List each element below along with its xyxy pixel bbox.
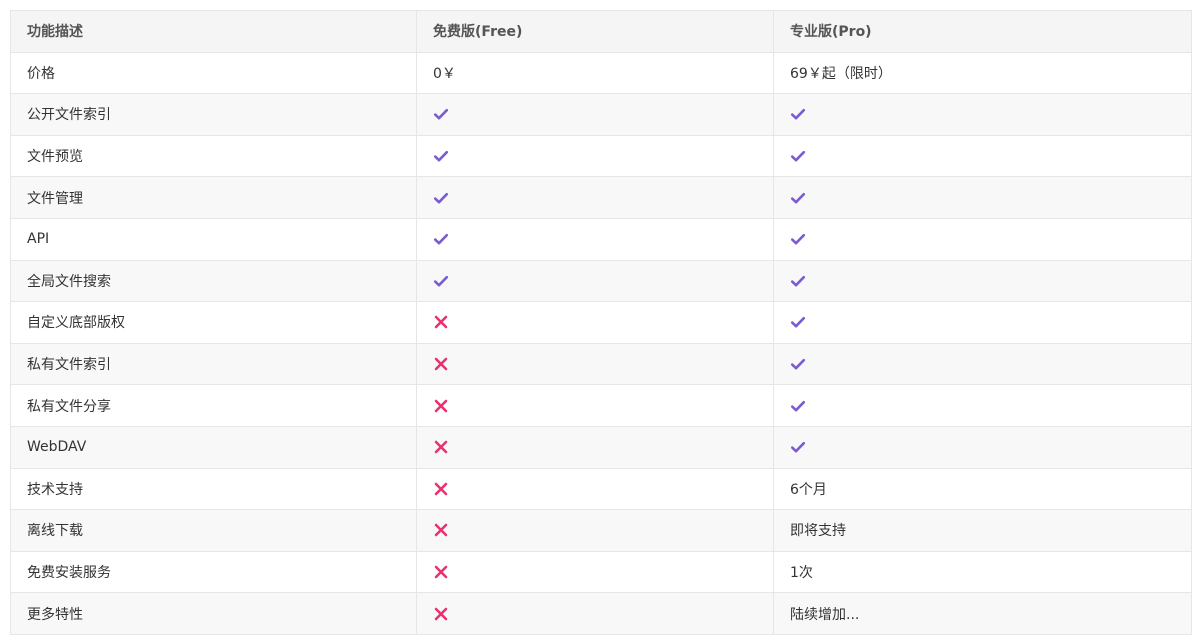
free-cell	[416, 301, 774, 344]
free-cell	[416, 217, 774, 261]
table-row: 私有文件分享	[10, 384, 1192, 427]
free-cell	[416, 425, 774, 469]
check-icon	[433, 148, 449, 164]
table-row: 技术支持 6个月	[10, 467, 1192, 511]
table-row: 更多特性 陆续增加...	[10, 592, 1192, 635]
check-icon	[790, 439, 806, 455]
cross-icon	[433, 606, 449, 622]
header-pro: 专业版(Pro)	[773, 10, 1192, 53]
pro-value: 69￥起（限时）	[773, 51, 1192, 95]
feature-name: 文件管理	[10, 176, 417, 219]
free-cell	[416, 259, 774, 303]
feature-name: 免费安装服务	[10, 550, 417, 594]
pro-cell	[773, 176, 1192, 219]
table-header-row: 功能描述 免费版(Free) 专业版(Pro)	[10, 10, 1192, 53]
feature-name: 公开文件索引	[10, 93, 417, 136]
free-cell	[416, 467, 774, 511]
check-icon	[790, 106, 806, 122]
pro-value: 6个月	[773, 467, 1192, 511]
free-cell	[416, 509, 774, 552]
feature-name: 技术支持	[10, 467, 417, 511]
check-icon	[790, 356, 806, 372]
cross-icon	[433, 398, 449, 414]
feature-name: 私有文件索引	[10, 342, 417, 386]
pro-cell	[773, 134, 1192, 178]
pro-cell	[773, 217, 1192, 261]
free-cell	[416, 134, 774, 178]
table-row: 价格 0￥ 69￥起（限时）	[10, 51, 1192, 95]
feature-name: 价格	[10, 51, 417, 95]
cross-icon	[433, 439, 449, 455]
pro-cell	[773, 425, 1192, 469]
header-feature: 功能描述	[10, 10, 417, 53]
table-row: 免费安装服务 1次	[10, 550, 1192, 594]
cross-icon	[433, 314, 449, 330]
table-row: 全局文件搜索	[10, 259, 1192, 303]
cross-icon	[433, 522, 449, 538]
cross-icon	[433, 481, 449, 497]
table-row: 文件管理	[10, 176, 1192, 219]
table-row: 文件预览	[10, 134, 1192, 178]
pro-cell	[773, 301, 1192, 344]
feature-name: 离线下载	[10, 509, 417, 552]
pro-value: 1次	[773, 550, 1192, 594]
free-cell	[416, 592, 774, 635]
check-icon	[433, 273, 449, 289]
table-row: 自定义底部版权	[10, 301, 1192, 344]
feature-name: API	[10, 217, 417, 261]
feature-name: 更多特性	[10, 592, 417, 635]
feature-name: WebDAV	[10, 425, 417, 469]
check-icon	[433, 106, 449, 122]
feature-name: 全局文件搜索	[10, 259, 417, 303]
free-value: 0￥	[416, 51, 774, 95]
pro-cell	[773, 93, 1192, 136]
check-icon	[790, 314, 806, 330]
feature-name: 自定义底部版权	[10, 301, 417, 344]
pro-cell	[773, 259, 1192, 303]
check-icon	[790, 231, 806, 247]
pro-cell	[773, 342, 1192, 386]
free-cell	[416, 342, 774, 386]
check-icon	[433, 190, 449, 206]
free-cell	[416, 384, 774, 427]
free-cell	[416, 550, 774, 594]
pro-value: 即将支持	[773, 509, 1192, 552]
feature-name: 文件预览	[10, 134, 417, 178]
pro-value: 陆续增加...	[773, 592, 1192, 635]
feature-name: 私有文件分享	[10, 384, 417, 427]
check-icon	[790, 190, 806, 206]
free-cell	[416, 176, 774, 219]
check-icon	[790, 273, 806, 289]
check-icon	[790, 148, 806, 164]
cross-icon	[433, 356, 449, 372]
feature-comparison-table: 功能描述 免费版(Free) 专业版(Pro) 价格 0￥ 69￥起（限时） 公开文件…	[10, 10, 1192, 635]
table-row: 离线下载 即将支持	[10, 509, 1192, 552]
table-row: 公开文件索引	[10, 93, 1192, 136]
table-row: API	[10, 217, 1192, 261]
free-cell	[416, 93, 774, 136]
check-icon	[433, 231, 449, 247]
pro-cell	[773, 384, 1192, 427]
cross-icon	[433, 564, 449, 580]
check-icon	[790, 398, 806, 414]
table-row: 私有文件索引	[10, 342, 1192, 386]
header-free: 免费版(Free)	[416, 10, 774, 53]
comparison-table-container: 功能描述 免费版(Free) 专业版(Pro) 价格 0￥ 69￥起（限时） 公开文件…	[10, 10, 1192, 635]
table-row: WebDAV	[10, 425, 1192, 469]
